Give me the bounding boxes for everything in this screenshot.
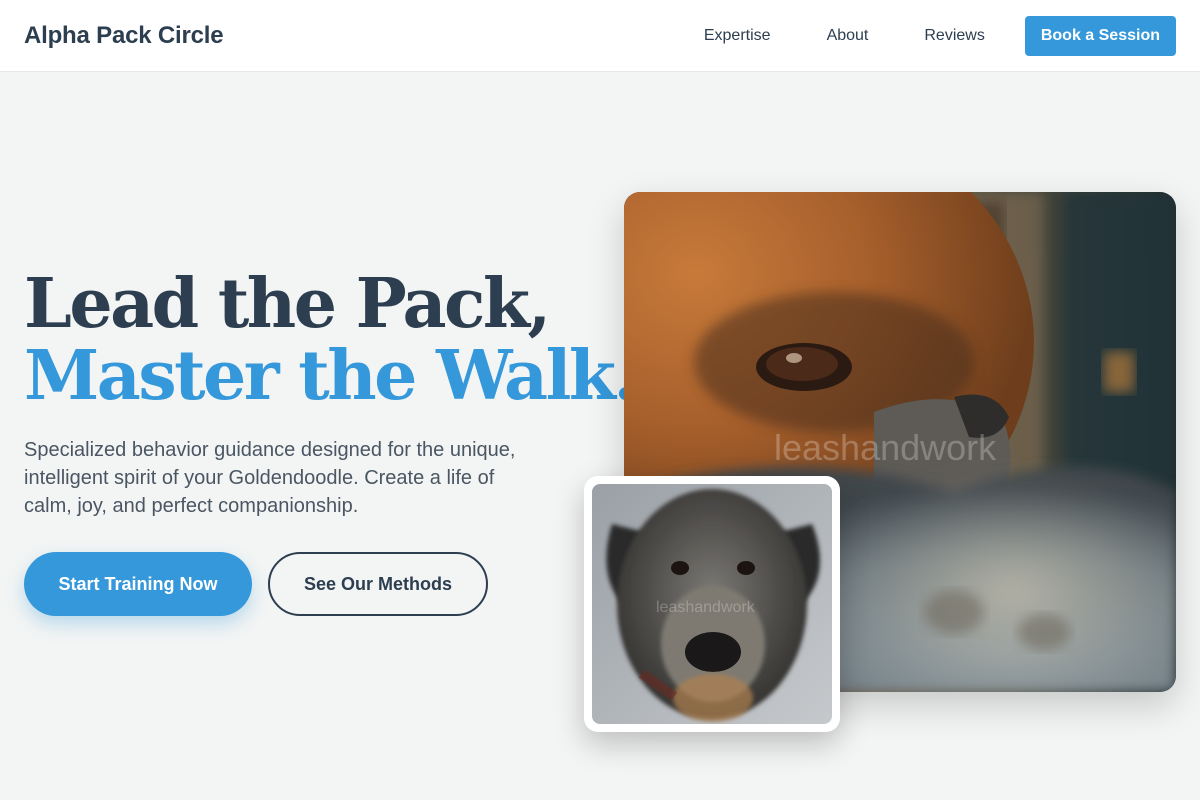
- nav-link-reviews[interactable]: Reviews: [924, 27, 984, 45]
- main-photo-watermark: leashandwork: [774, 427, 997, 468]
- hero-title-line-1: Lead the Pack,: [24, 264, 551, 344]
- nav-link-about[interactable]: About: [827, 27, 869, 45]
- hero-title-line-2: Master the Walk.: [24, 336, 637, 416]
- nav-link-expertise[interactable]: Expertise: [704, 27, 771, 45]
- hero-inset-photo: leashandwork: [592, 484, 832, 724]
- main-nav: Expertise About Reviews Book a Session: [704, 15, 1176, 56]
- grey-dog-photo: leashandwork: [592, 484, 832, 724]
- hero-inset-photo-frame: leashandwork: [584, 476, 840, 732]
- inset-photo-watermark: leashandwork: [656, 599, 756, 616]
- brand-logo-text[interactable]: Alpha Pack Circle: [24, 22, 224, 50]
- site-header: Alpha Pack Circle Expertise About Review…: [0, 0, 1200, 72]
- hero-title: Lead the Pack, Master the Walk.: [24, 264, 637, 416]
- hero-subtitle: Specialized behavior guidance designed f…: [24, 439, 516, 517]
- book-session-button[interactable]: Book a Session: [1024, 15, 1176, 56]
- start-training-button[interactable]: Start Training Now: [24, 552, 252, 616]
- see-methods-button[interactable]: See Our Methods: [268, 552, 488, 616]
